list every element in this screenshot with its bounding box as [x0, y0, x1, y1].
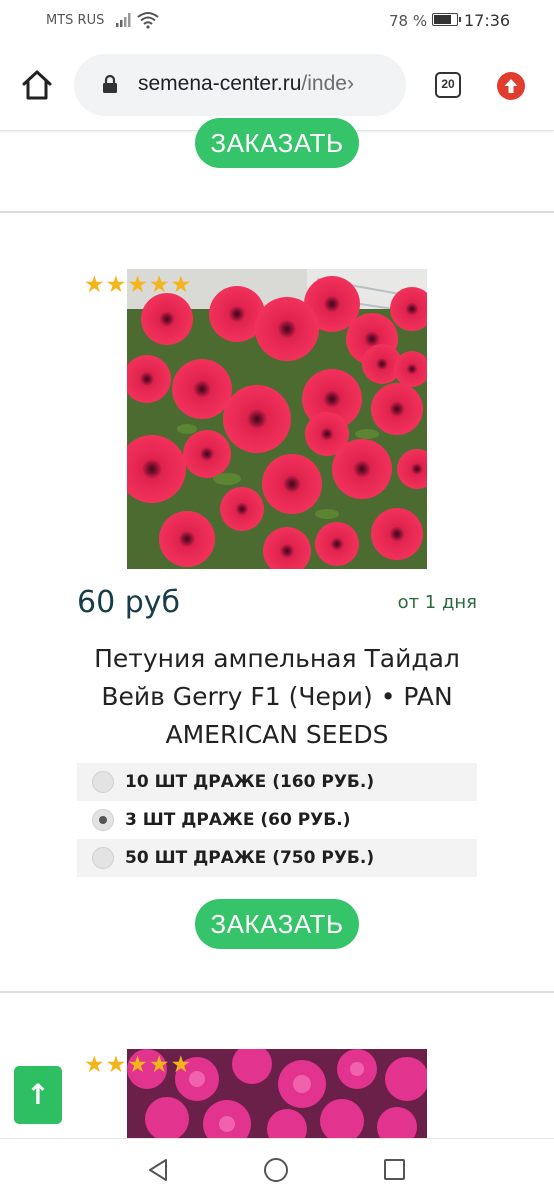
signal-icon — [116, 13, 131, 27]
url-text: semena-center.ru/inde› — [138, 72, 354, 96]
battery-icon — [432, 13, 461, 26]
product-divider — [0, 991, 554, 993]
star-icon: ★ — [148, 272, 170, 298]
tabs-counter-button[interactable]: 20 — [435, 72, 461, 98]
radio-button[interactable] — [92, 809, 114, 831]
star-icon: ★ — [170, 1052, 192, 1078]
address-bar[interactable]: semena-center.ru/inde› — [74, 54, 406, 116]
update-icon[interactable] — [497, 72, 525, 100]
variant-options: 10 ШТ ДРАЖЕ (160 РУБ.) 3 ШТ ДРАЖЕ (60 РУ… — [77, 763, 477, 877]
product-price: 60 руб — [77, 585, 181, 620]
star-icon: ★ — [170, 272, 192, 298]
product-image[interactable] — [127, 269, 427, 569]
scroll-to-top-button[interactable]: ↑ — [14, 1066, 62, 1124]
radio-button[interactable] — [92, 847, 114, 869]
battery-percent: 78 % — [389, 12, 428, 30]
star-icon: ★ — [127, 1052, 148, 1078]
variant-option[interactable]: 50 ШТ ДРАЖЕ (750 РУБ.) — [77, 839, 477, 877]
home-nav-icon[interactable] — [264, 1158, 288, 1182]
url-path: /inde› — [301, 72, 354, 95]
variant-option[interactable]: 3 ШТ ДРАЖЕ (60 РУБ.) — [77, 801, 477, 839]
product-divider — [0, 211, 554, 213]
variant-label: 3 ШТ ДРАЖЕ (60 РУБ.) — [125, 810, 351, 830]
lock-icon — [103, 74, 117, 93]
star-icon: ★ — [84, 272, 105, 298]
order-button[interactable]: ЗАКАЗАТЬ — [195, 899, 359, 949]
system-nav-bar — [0, 1138, 554, 1201]
recent-apps-icon[interactable] — [384, 1159, 405, 1180]
rating-stars: ★ ★ ★ ★ ★ — [84, 1053, 191, 1077]
clock: 17:36 — [464, 11, 511, 30]
radio-button[interactable] — [92, 771, 114, 793]
rating-stars: ★ ★ ★ ★ ★ — [84, 273, 191, 297]
url-domain: semena-center.ru — [138, 72, 302, 95]
order-button-previous[interactable]: ЗАКАЗАТЬ — [195, 118, 359, 168]
petunia-photo — [127, 269, 427, 569]
star-icon: ★ — [127, 272, 148, 298]
variant-label: 10 ШТ ДРАЖЕ (160 РУБ.) — [125, 772, 375, 792]
star-icon: ★ — [105, 1052, 127, 1078]
status-bar: MTS RUS 78 % 17:36 — [0, 0, 554, 42]
wifi-icon — [137, 12, 159, 29]
star-icon: ★ — [84, 1052, 105, 1078]
home-icon[interactable] — [20, 68, 54, 102]
arrow-up-icon — [504, 79, 518, 93]
star-icon: ★ — [105, 272, 127, 298]
variant-label: 50 ШТ ДРАЖЕ (750 РУБ.) — [125, 848, 375, 868]
star-icon: ★ — [148, 1052, 170, 1078]
variant-option[interactable]: 10 ШТ ДРАЖЕ (160 РУБ.) — [77, 763, 477, 801]
back-icon[interactable] — [146, 1157, 170, 1183]
product-title[interactable]: Петуния ампельная Тайдал Вейв Gerry F1 (… — [60, 640, 494, 754]
delivery-time: от 1 дня — [397, 592, 477, 613]
carrier-label: MTS RUS — [46, 13, 105, 28]
